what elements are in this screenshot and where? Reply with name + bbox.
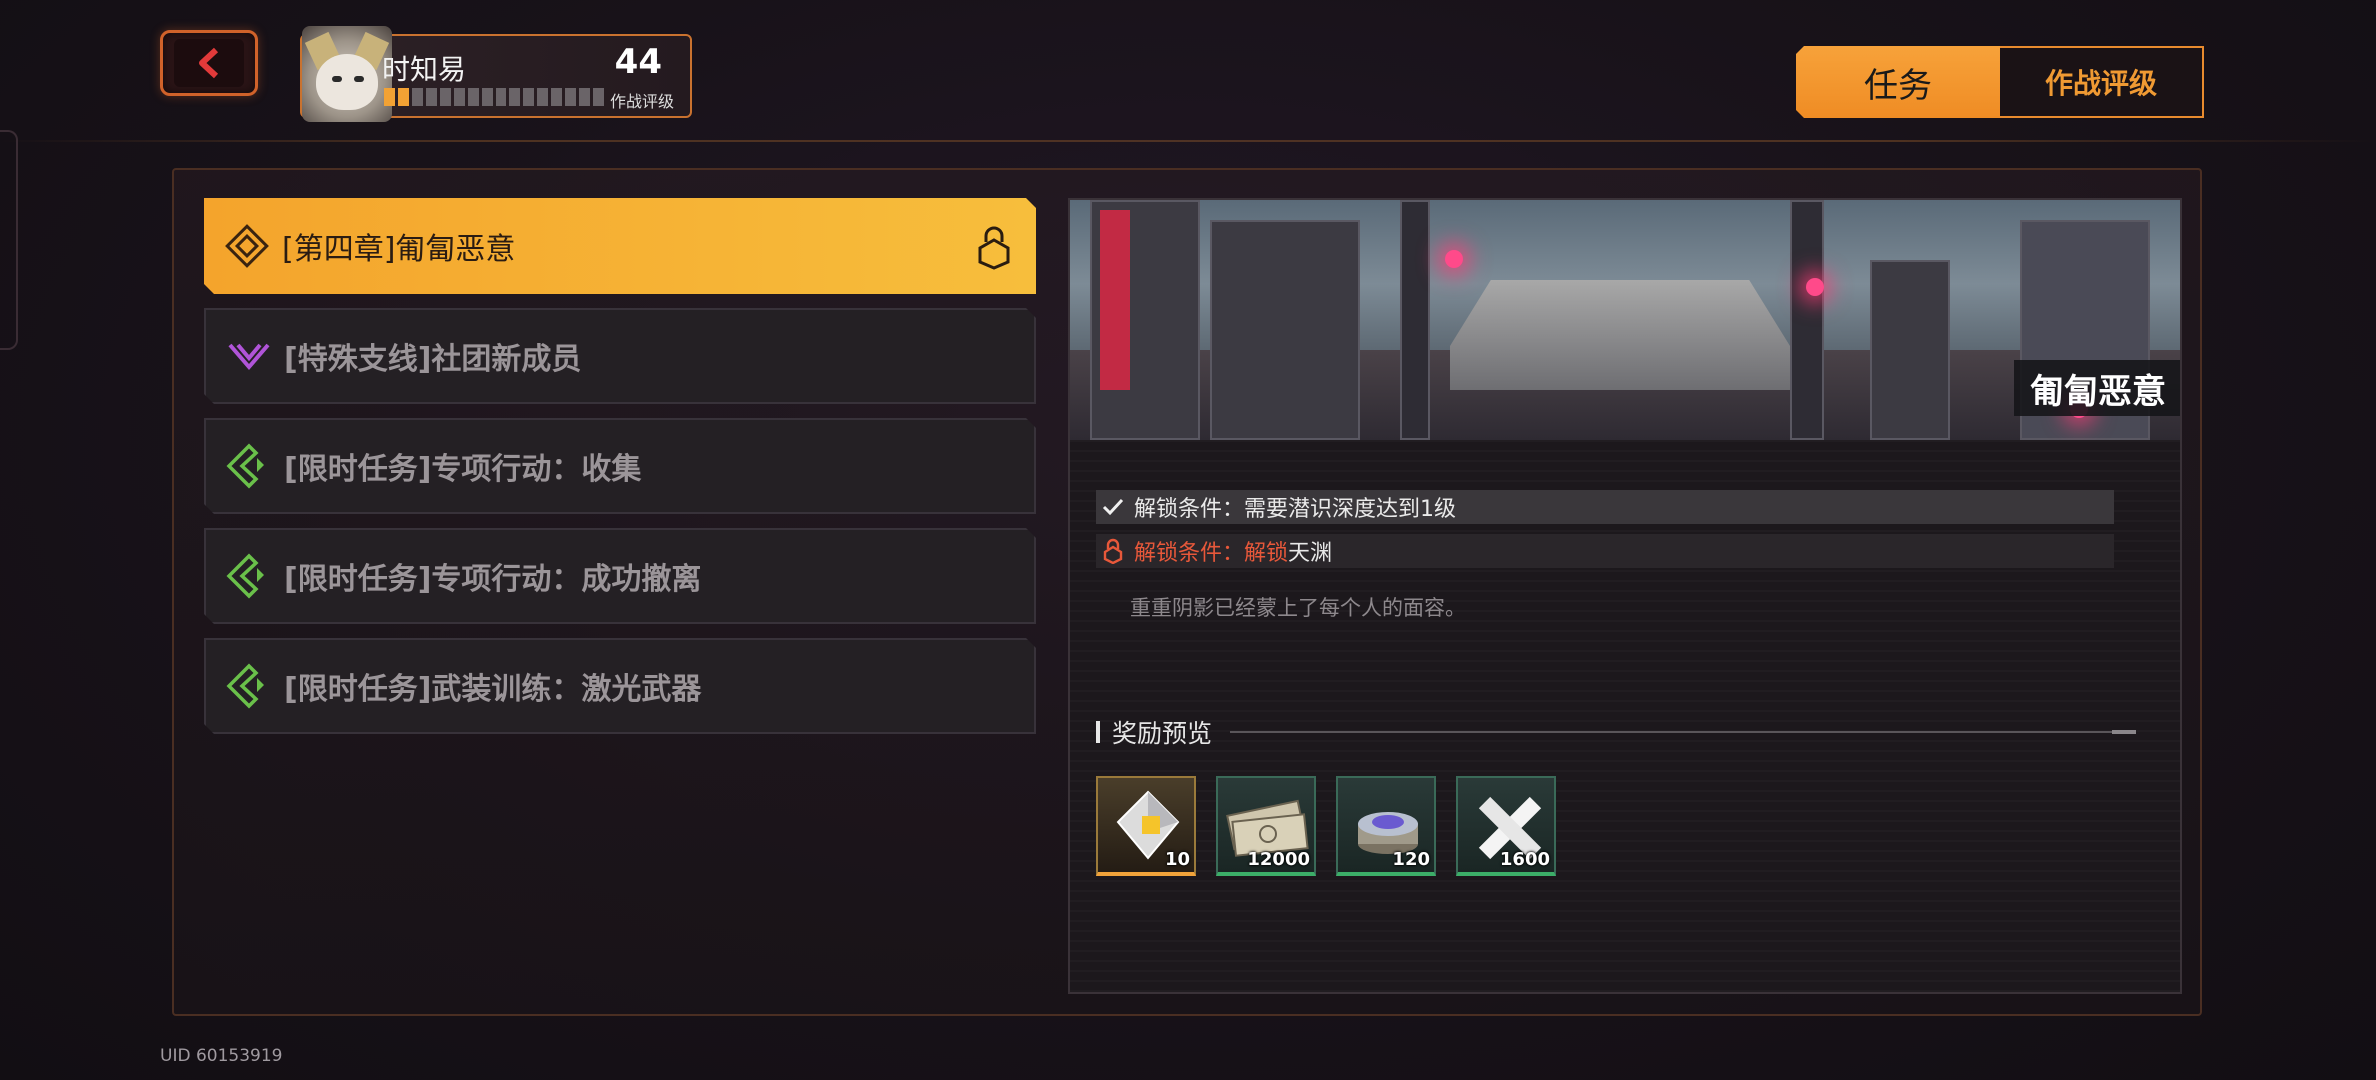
avatar: [302, 26, 392, 122]
xp-segment: [593, 88, 604, 106]
tab-bar: 任务 作战评级: [1796, 46, 2204, 118]
player-level: 44: [614, 42, 662, 82]
quest-item-limited-laser[interactable]: [限时任务]武装训练：激光武器: [204, 638, 1036, 734]
reward-item[interactable]: 10: [1096, 776, 1196, 876]
rewards-divider: [1230, 730, 2136, 734]
unlock-condition-abyss: 解锁条件： 解锁 天渊: [1096, 534, 2114, 568]
quest-item-side-club[interactable]: [特殊支线]社团新成员: [204, 308, 1036, 404]
tab-combat-rating[interactable]: 作战评级: [2000, 46, 2204, 118]
chapter-banner-image: 匍匐恶意: [1070, 200, 2180, 440]
banner-title: 匍匐恶意: [2014, 360, 2180, 416]
rewards-list: 10 12000 120 1600: [1096, 776, 1556, 876]
xp-segment: [425, 88, 437, 106]
xp-segment: [411, 88, 423, 106]
reward-amount: 1600: [1499, 849, 1550, 870]
xp-segment: [453, 88, 465, 106]
rewards-header: 奖励预览: [1096, 714, 2136, 750]
rewards-header-bar: [1096, 721, 1100, 743]
reward-amount: 120: [1392, 849, 1430, 870]
xp-segment: [467, 88, 479, 106]
chevron-left-icon: [199, 47, 219, 79]
reward-item[interactable]: 12000: [1216, 776, 1316, 876]
reward-item[interactable]: 120: [1336, 776, 1436, 876]
reward-item[interactable]: 1600: [1456, 776, 1556, 876]
quest-detail-panel: 匍匐恶意 解锁条件：需要潜识深度达到1级 解锁条件： 解锁 天渊 重重阴影已经蒙…: [1068, 198, 2182, 994]
limited-quest-icon: [224, 441, 274, 491]
banner-tower-right: [1870, 260, 1950, 440]
xp-segment: [509, 88, 521, 106]
banner-pylon-right: [1790, 200, 1824, 440]
avatar-eye-left: [332, 76, 342, 82]
unlock-condition-text: 解锁条件：需要潜识深度达到1级: [1134, 497, 1456, 522]
quest-description: 重重阴影已经蒙上了每个人的面容。: [1130, 596, 1466, 620]
xp-segment: [565, 88, 577, 106]
reward-amount: 12000: [1247, 849, 1310, 870]
quest-item-limited-collect[interactable]: [限时任务]专项行动：收集: [204, 418, 1036, 514]
xp-segment: [384, 88, 395, 106]
unlock-condition-target: 天渊: [1288, 541, 1333, 566]
limited-quest-icon: [224, 551, 274, 601]
avatar-eye-right: [354, 76, 364, 82]
avatar-face: [316, 54, 378, 110]
side-quest-chevron-icon: [224, 331, 274, 381]
banner-pylon-left: [1400, 200, 1430, 440]
back-button[interactable]: [160, 30, 258, 96]
xp-segment: [397, 88, 409, 106]
limited-quest-icon: [224, 661, 274, 711]
lock-icon: [1096, 538, 1130, 564]
quest-list: [第四章]匍匐恶意 [特殊支线]社团新成员 [限时任务]专项行动：收集 [限时任…: [204, 198, 1036, 748]
quest-item-limited-evacuate[interactable]: [限时任务]专项行动：成功撤离: [204, 528, 1036, 624]
banner-red-strip: [1100, 210, 1130, 390]
player-profile[interactable]: 时知易 44 作战评级: [300, 26, 692, 122]
banner-light: [1445, 250, 1463, 268]
quest-label: [限时任务]武装训练：激光武器: [284, 672, 702, 707]
quest-item-chapter-4[interactable]: [第四章]匍匐恶意: [204, 198, 1036, 294]
rewards-title: 奖励预览: [1112, 719, 1213, 748]
header-divider: [0, 140, 2376, 142]
banner-light: [1806, 278, 1824, 296]
quest-label: [第四章]匍匐恶意: [282, 232, 516, 267]
unlock-condition-depth: 解锁条件：需要潜识深度达到1级: [1096, 490, 2114, 524]
xp-segment: [439, 88, 451, 106]
xp-segment: [537, 88, 549, 106]
banner-platform: [1450, 280, 1790, 390]
player-name: 时知易: [382, 53, 467, 86]
player-rank-label: 作战评级: [609, 92, 674, 111]
xp-segment: [481, 88, 493, 106]
xp-segment: [523, 88, 535, 106]
reward-amount: 10: [1164, 849, 1190, 870]
unlock-condition-link[interactable]: 解锁: [1244, 535, 1288, 567]
quest-label: [限时任务]专项行动：收集: [284, 452, 642, 487]
back-button-face: [174, 39, 244, 87]
chapter-diamond-icon: [222, 221, 272, 271]
xp-segment: [551, 88, 563, 106]
main-panel: [第四章]匍匐恶意 [特殊支线]社团新成员 [限时任务]专项行动：收集 [限时任…: [172, 168, 2202, 1016]
xp-segment: [579, 88, 591, 106]
xp-progress-bar: [384, 88, 604, 106]
quest-label: [特殊支线]社团新成员: [284, 342, 582, 377]
unlock-condition-prefix: 解锁条件：: [1134, 541, 1245, 566]
xp-segment: [495, 88, 507, 106]
tab-tasks[interactable]: 任务: [1796, 46, 2000, 118]
user-id: UID 60153919: [160, 1046, 283, 1066]
check-icon: [1096, 497, 1130, 517]
quest-label: [限时任务]专项行动：成功撤离: [284, 562, 702, 597]
banner-tower-mid: [1210, 220, 1360, 440]
side-drawer-handle[interactable]: [0, 130, 18, 350]
lock-icon: [974, 224, 1014, 270]
